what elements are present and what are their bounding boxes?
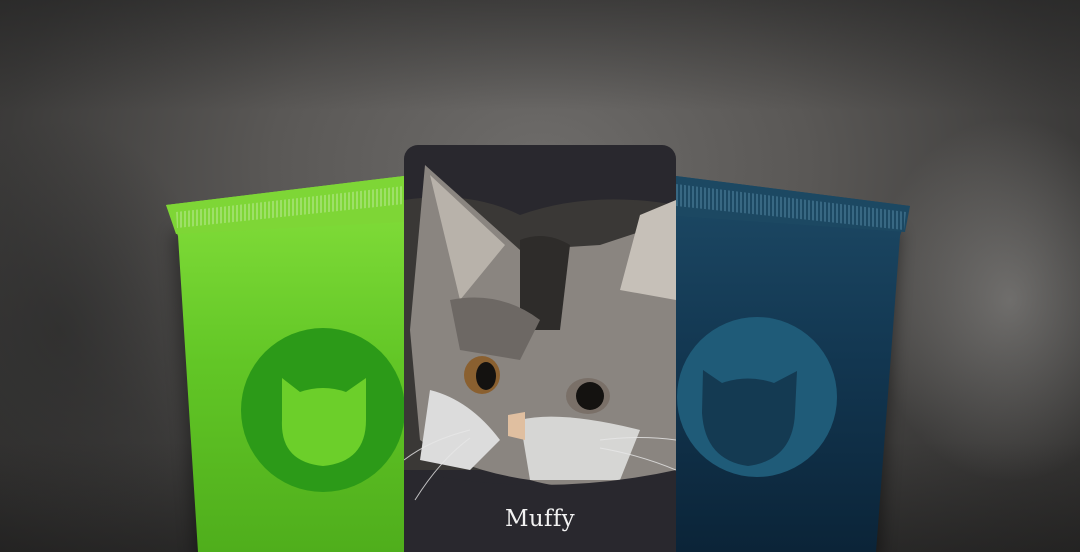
cat-name-label: Muffy — [505, 506, 575, 532]
cat-head-icon — [281, 378, 366, 466]
blue-packet — [676, 176, 910, 552]
green-packet — [166, 176, 410, 552]
cat-card[interactable] — [404, 145, 676, 552]
scene — [166, 145, 910, 552]
kitten-photo — [404, 165, 676, 552]
